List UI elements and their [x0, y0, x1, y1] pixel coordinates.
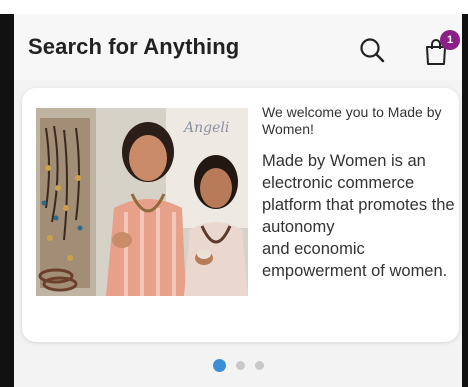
- app-frame: Search for Anything 1 Angeli We welcome …: [0, 0, 468, 387]
- cart-button[interactable]: 1: [418, 28, 460, 72]
- platform-description: Made by Women is an electronic commerce …: [262, 152, 455, 280]
- welcome-text: We welcome you to Made by Women!: [262, 104, 442, 137]
- carousel-dot-1[interactable]: [212, 359, 226, 372]
- women-jewelry-image: Angeli: [36, 108, 248, 296]
- search-icon: [360, 38, 385, 63]
- carousel-dot-2[interactable]: [235, 361, 245, 370]
- top-bar: Search for Anything 1: [14, 14, 462, 80]
- carousel-pagination: [14, 359, 462, 372]
- app-screen: Search for Anything 1 Angeli We welcome …: [14, 14, 462, 387]
- carousel-dot-3[interactable]: [254, 361, 264, 370]
- device-right-bezel: [462, 14, 468, 387]
- promo-photo: Angeli: [36, 108, 248, 296]
- page-title[interactable]: Search for Anything: [28, 34, 239, 60]
- carousel-slide-card[interactable]: Angeli We welcome you to Made by Women! …: [22, 88, 459, 342]
- device-top-edge: [0, 0, 468, 14]
- svg-text:Angeli: Angeli: [182, 120, 229, 136]
- device-left-bezel: [0, 14, 14, 387]
- cart-count-badge: 1: [440, 30, 460, 50]
- search-button[interactable]: [354, 32, 390, 68]
